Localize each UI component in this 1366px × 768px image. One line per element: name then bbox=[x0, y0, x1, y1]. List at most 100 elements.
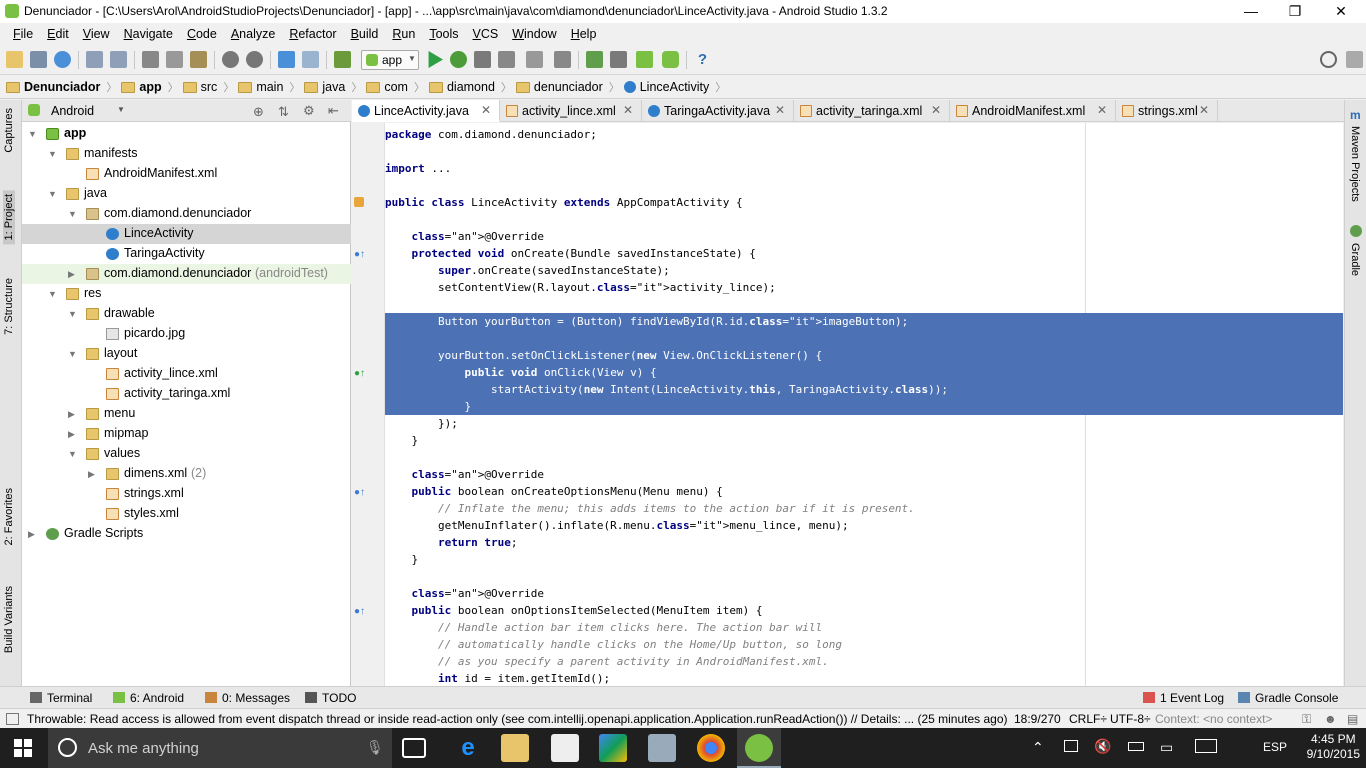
android-studio-taskbar-button[interactable] bbox=[737, 728, 781, 768]
breadcrumb-item[interactable]: Denunciador 〉 bbox=[6, 79, 117, 95]
close-tab-icon[interactable]: ✕ bbox=[931, 103, 941, 117]
stop-icon[interactable] bbox=[498, 51, 515, 68]
store-icon[interactable] bbox=[551, 734, 579, 762]
edge-icon[interactable]: e bbox=[454, 734, 482, 762]
tab-captures[interactable]: Captures bbox=[3, 108, 15, 153]
close-tab-icon[interactable]: ✕ bbox=[1097, 103, 1107, 117]
tab-activity-taringa-xml[interactable]: activity_taringa.xml ✕ bbox=[794, 100, 950, 122]
action-center-icon[interactable]: ▭ bbox=[1160, 739, 1173, 756]
collapsed-toggle-icon[interactable]: ▶ bbox=[28, 529, 35, 540]
avd-manager-icon[interactable] bbox=[610, 51, 627, 68]
replace-icon[interactable] bbox=[246, 51, 263, 68]
project-structure-icon[interactable] bbox=[526, 51, 543, 68]
chevron-up-icon[interactable]: ⌃ bbox=[1032, 739, 1044, 756]
override-marker-icon[interactable]: ●↑ bbox=[354, 606, 365, 617]
control-panel-icon[interactable] bbox=[648, 734, 676, 762]
tab-gradle-console[interactable]: Gradle Console bbox=[1238, 691, 1338, 705]
implement-marker-icon[interactable]: ●↑ bbox=[354, 368, 365, 379]
paste-icon[interactable] bbox=[190, 51, 207, 68]
view-selector[interactable]: Android bbox=[51, 104, 94, 118]
android-monitor-icon[interactable] bbox=[662, 51, 679, 68]
tree-item[interactable]: picardo.jpg bbox=[22, 324, 351, 344]
tab-build-variants[interactable]: Build Variants bbox=[3, 586, 15, 653]
tree-item[interactable]: styles.xml bbox=[22, 504, 351, 524]
tab-event-log[interactable]: 1 Event Log bbox=[1143, 691, 1224, 705]
breadcrumb-item[interactable]: LinceActivity 〉 bbox=[623, 79, 726, 95]
tool-windows-icon[interactable] bbox=[6, 713, 19, 725]
tab-android[interactable]: 6: Android bbox=[113, 691, 184, 705]
google-drive-icon[interactable] bbox=[599, 734, 627, 762]
tree-item[interactable]: LinceActivity bbox=[22, 224, 351, 244]
override-marker-icon[interactable]: ●↑ bbox=[354, 487, 365, 498]
menu-help[interactable]: Help bbox=[564, 27, 604, 41]
tab-androidmanifest-xml[interactable]: AndroidManifest.xml ✕ bbox=[950, 100, 1116, 122]
status-message[interactable]: Throwable: Read access is allowed from e… bbox=[27, 712, 1008, 726]
breadcrumb-item[interactable]: denunciador 〉 bbox=[515, 79, 620, 95]
menu-code[interactable]: Code bbox=[180, 27, 224, 41]
search-everywhere-icon[interactable] bbox=[1320, 51, 1337, 68]
tree-item[interactable]: AndroidManifest.xml bbox=[22, 164, 351, 184]
tab-activity-lince-xml[interactable]: activity_lince.xml ✕ bbox=[500, 100, 642, 122]
help-icon[interactable]: ? bbox=[694, 51, 711, 68]
override-marker-icon[interactable]: ●↑ bbox=[354, 249, 365, 260]
code-editor[interactable]: package com.diamond.denunciador; import .… bbox=[385, 123, 1343, 686]
tree-item[interactable]: ▼ layout bbox=[22, 344, 351, 364]
lock-icon[interactable]: ⚿ bbox=[1302, 712, 1311, 727]
collapsed-toggle-icon[interactable]: ▶ bbox=[68, 409, 75, 420]
close-tab-icon[interactable]: ✕ bbox=[623, 103, 633, 117]
battery-icon[interactable] bbox=[1128, 742, 1144, 751]
tab-strings-xml[interactable]: strings.xml ✕ bbox=[1116, 100, 1218, 122]
file-explorer-icon[interactable] bbox=[501, 734, 529, 762]
language-indicator[interactable]: ESP bbox=[1263, 740, 1287, 754]
tree-item[interactable]: ▼ values bbox=[22, 444, 351, 464]
tree-item[interactable]: ▼ manifests bbox=[22, 144, 351, 164]
tab-todo[interactable]: TODO bbox=[305, 691, 356, 705]
undo-icon[interactable] bbox=[86, 51, 103, 68]
caret-position[interactable]: 18:9/270 bbox=[1014, 712, 1061, 726]
tree-item[interactable]: activity_taringa.xml bbox=[22, 384, 351, 404]
gear-icon[interactable]: ⚙ bbox=[303, 103, 315, 119]
tree-item[interactable]: strings.xml bbox=[22, 484, 351, 504]
tab-structure[interactable]: 7: Structure bbox=[3, 278, 15, 335]
open-folder-icon[interactable] bbox=[6, 51, 23, 68]
keyboard-icon[interactable] bbox=[1195, 739, 1217, 753]
maximize-button[interactable]: ❐ bbox=[1272, 0, 1318, 23]
close-tab-icon[interactable]: ✕ bbox=[1199, 103, 1209, 117]
task-view-icon[interactable] bbox=[402, 738, 426, 758]
close-tab-icon[interactable]: ✕ bbox=[775, 103, 785, 117]
network-icon[interactable] bbox=[1064, 740, 1078, 752]
expanded-toggle-icon[interactable]: ▼ bbox=[68, 449, 77, 459]
menu-run[interactable]: Run bbox=[385, 27, 422, 41]
class-marker-icon[interactable] bbox=[354, 197, 364, 207]
file-encoding[interactable]: UTF-8÷ bbox=[1110, 712, 1151, 726]
line-separator[interactable]: CRLF÷ bbox=[1069, 712, 1107, 726]
tree-item[interactable]: ▼ java bbox=[22, 184, 351, 204]
collapsed-toggle-icon[interactable]: ▶ bbox=[68, 429, 75, 440]
menu-window[interactable]: Window bbox=[505, 27, 563, 41]
tree-item[interactable]: TaringaActivity bbox=[22, 244, 351, 264]
breadcrumb-item[interactable]: diamond 〉 bbox=[428, 79, 512, 95]
tree-item[interactable]: ▼ res bbox=[22, 284, 351, 304]
tab-taringaactivity-java[interactable]: TaringaActivity.java ✕ bbox=[642, 100, 794, 122]
tab-messages[interactable]: 0: Messages bbox=[205, 691, 290, 705]
cortana-search-box[interactable]: Ask me anything 🎙 bbox=[48, 728, 392, 768]
volume-icon[interactable]: 🔇 bbox=[1094, 738, 1111, 755]
sync-icon[interactable] bbox=[54, 51, 71, 68]
debug-icon[interactable] bbox=[450, 51, 467, 68]
menu-edit[interactable]: Edit bbox=[40, 27, 76, 41]
microphone-icon[interactable]: 🎙 bbox=[366, 739, 384, 756]
back-icon[interactable] bbox=[278, 51, 295, 68]
gradle-sync-icon[interactable] bbox=[586, 51, 603, 68]
redo-icon[interactable] bbox=[110, 51, 127, 68]
tree-item[interactable]: ▶ menu bbox=[22, 404, 351, 424]
tree-item[interactable]: ▶ mipmap bbox=[22, 424, 351, 444]
collapsed-toggle-icon[interactable]: ▶ bbox=[88, 469, 95, 480]
forward-icon[interactable] bbox=[302, 51, 319, 68]
copy-icon[interactable] bbox=[166, 51, 183, 68]
inspector-icon[interactable]: ☻ bbox=[1324, 712, 1337, 726]
attach-debugger-icon[interactable] bbox=[474, 51, 491, 68]
cut-icon[interactable] bbox=[142, 51, 159, 68]
expanded-toggle-icon[interactable]: ▼ bbox=[28, 129, 37, 139]
menu-refactor[interactable]: Refactor bbox=[282, 27, 343, 41]
tab-favorites[interactable]: 2: Favorites bbox=[3, 488, 15, 545]
